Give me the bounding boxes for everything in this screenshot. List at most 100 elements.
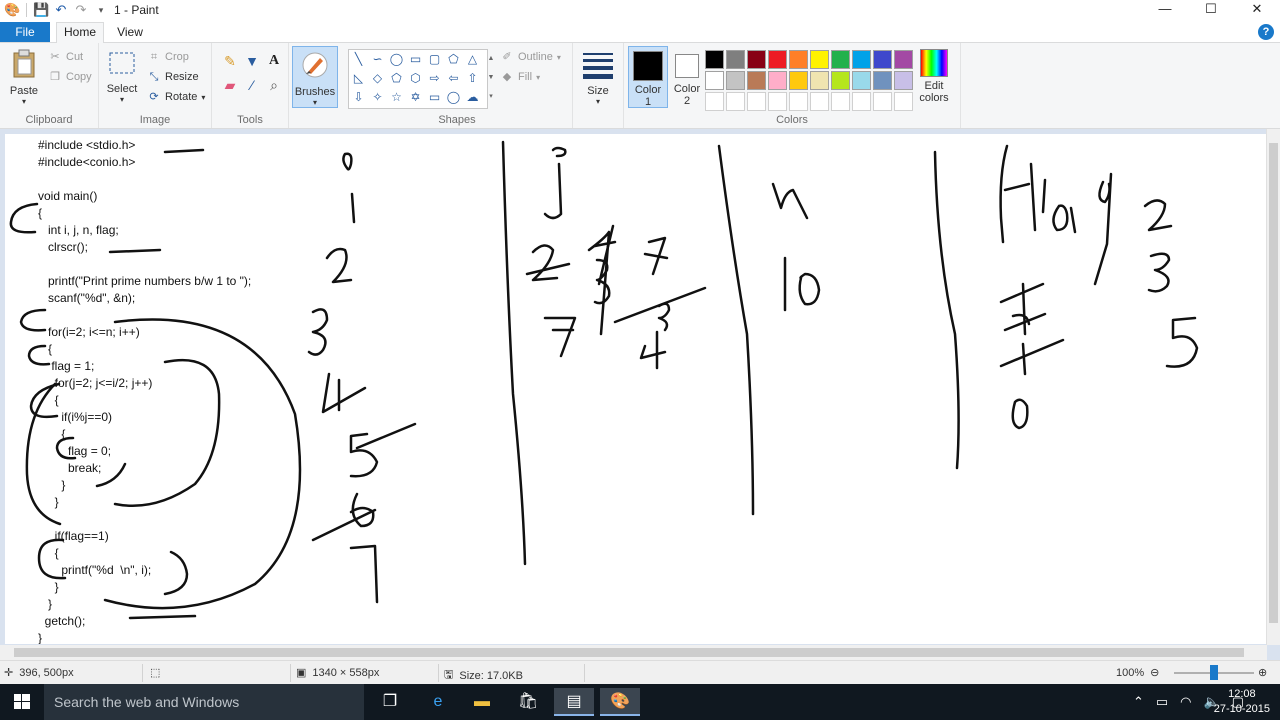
network-icon[interactable]: ◠	[1180, 694, 1191, 710]
edge-browser-icon[interactable]: e	[418, 688, 458, 716]
palette-color-swatch[interactable]	[705, 71, 724, 90]
shapes-gallery[interactable]: ╲ ∽ ◯ ▭ ▢ ⬠ △ ◺ ◇ ⬠ ⬡ ⇨ ⇦ ⇧ ⇩ ✧ ☆ ✡ ▭ ◯ …	[348, 49, 488, 109]
close-button[interactable]: ✕	[1234, 0, 1280, 20]
diamond-shape-icon[interactable]: ◇	[368, 69, 387, 88]
palette-color-swatch[interactable]	[873, 92, 892, 111]
fill-button[interactable]: ◆ Fill ▾	[500, 68, 540, 86]
palette-color-swatch[interactable]	[831, 92, 850, 111]
vertical-scroll-thumb[interactable]	[1269, 143, 1278, 623]
customize-toolbar-icon[interactable]: ▾	[93, 2, 109, 18]
fill-bucket-icon[interactable]: ▼	[242, 51, 262, 71]
palette-color-swatch[interactable]	[852, 50, 871, 69]
size-dropdown-icon[interactable]: ▾	[581, 97, 615, 106]
outline-button[interactable]: ✐ Outline ▾	[500, 48, 560, 66]
palette-color-swatch[interactable]	[726, 71, 745, 90]
callout-cloud-shape-icon[interactable]: ☁	[463, 88, 482, 107]
show-hidden-icons-icon[interactable]: ⌃	[1133, 694, 1144, 710]
pencil-icon[interactable]: ✎	[220, 51, 240, 71]
color-picker-icon[interactable]: ⁄	[242, 75, 262, 95]
color1-button[interactable]: Color 1	[628, 46, 668, 108]
polygon-shape-icon[interactable]: ⬠	[444, 50, 463, 69]
palette-color-swatch[interactable]	[768, 71, 787, 90]
horizontal-scrollbar[interactable]	[0, 645, 1267, 660]
select-button[interactable]: Select ▾	[105, 51, 139, 104]
callout-rectangle-shape-icon[interactable]: ▭	[425, 88, 444, 107]
copy-button[interactable]: ❐ Copy	[48, 68, 92, 86]
palette-color-swatch[interactable]	[831, 50, 850, 69]
task-view-icon[interactable]: ❐	[370, 688, 410, 716]
battery-icon[interactable]: ▭	[1156, 694, 1168, 710]
hexagon-shape-icon[interactable]: ⬡	[406, 69, 425, 88]
store-icon[interactable]: 🛍	[508, 688, 548, 716]
palette-color-swatch[interactable]	[810, 50, 829, 69]
palette-color-swatch[interactable]	[747, 92, 766, 111]
tab-file[interactable]: File	[0, 22, 50, 42]
up-arrow-shape-icon[interactable]: ⇧	[463, 69, 482, 88]
triangle-shape-icon[interactable]: △	[463, 50, 482, 69]
rotate-button[interactable]: ⟳ Rotate ▾	[147, 88, 205, 106]
palette-color-swatch[interactable]	[705, 92, 724, 111]
right-triangle-shape-icon[interactable]: ◺	[349, 69, 368, 88]
palette-color-swatch[interactable]	[852, 92, 871, 111]
text-tool-icon[interactable]: A	[264, 51, 284, 71]
drawing-canvas[interactable]: #include <stdio.h> #include<conio.h> void…	[5, 134, 1267, 644]
palette-color-swatch[interactable]	[810, 92, 829, 111]
four-point-star-shape-icon[interactable]: ✧	[368, 88, 387, 107]
palette-color-swatch[interactable]	[747, 71, 766, 90]
paint-app-icon[interactable]: 🎨	[4, 2, 20, 18]
edit-colors-button[interactable]: Edit colors	[916, 49, 952, 104]
zoom-in-icon[interactable]: ⊕	[1258, 666, 1267, 679]
clock[interactable]: 12:08 27-10-2015	[1214, 687, 1270, 717]
line-shape-icon[interactable]: ╲	[349, 50, 368, 69]
magnifier-icon[interactable]: ⌕	[264, 75, 284, 95]
undo-icon[interactable]: ↶	[53, 2, 69, 18]
cut-button[interactable]: ✂ Cut	[48, 48, 83, 66]
redo-icon[interactable]: ↷	[73, 2, 89, 18]
rotate-dropdown-icon[interactable]: ▾	[201, 93, 205, 102]
paint-taskbar-icon[interactable]: 🎨	[600, 688, 640, 716]
crop-button[interactable]: ⌗ Crop	[147, 48, 189, 66]
zoom-slider-thumb[interactable]	[1210, 665, 1218, 680]
down-arrow-shape-icon[interactable]: ⇩	[349, 88, 368, 107]
brushes-button[interactable]: Brushes ▾	[292, 46, 338, 108]
resize-button[interactable]: ⤡ Resize	[147, 68, 199, 86]
palette-color-swatch[interactable]	[747, 50, 766, 69]
palette-color-swatch[interactable]	[789, 71, 808, 90]
rounded-rectangle-shape-icon[interactable]: ▢	[425, 50, 444, 69]
paste-dropdown-icon[interactable]: ▾	[6, 97, 42, 106]
palette-color-swatch[interactable]	[852, 71, 871, 90]
right-arrow-shape-icon[interactable]: ⇨	[425, 69, 444, 88]
palette-color-swatch[interactable]	[873, 50, 892, 69]
palette-color-swatch[interactable]	[789, 50, 808, 69]
palette-color-swatch[interactable]	[831, 71, 850, 90]
eraser-icon[interactable]: ▰	[220, 75, 240, 95]
palette-color-swatch[interactable]	[894, 92, 913, 111]
palette-color-swatch[interactable]	[768, 92, 787, 111]
taskbar-app-icon[interactable]: ▤	[554, 688, 594, 716]
file-explorer-icon[interactable]: ▬	[462, 688, 502, 716]
oval-shape-icon[interactable]: ◯	[387, 50, 406, 69]
help-icon[interactable]: ?	[1258, 24, 1274, 40]
pentagon-shape-icon[interactable]: ⬠	[387, 69, 406, 88]
palette-color-swatch[interactable]	[768, 50, 787, 69]
six-point-star-shape-icon[interactable]: ✡	[406, 88, 425, 107]
palette-color-swatch[interactable]	[705, 50, 724, 69]
five-point-star-shape-icon[interactable]: ☆	[387, 88, 406, 107]
curve-shape-icon[interactable]: ∽	[368, 50, 387, 69]
brushes-dropdown-icon[interactable]: ▾	[293, 98, 337, 107]
palette-color-swatch[interactable]	[726, 92, 745, 111]
start-button[interactable]	[0, 684, 44, 720]
left-arrow-shape-icon[interactable]: ⇦	[444, 69, 463, 88]
palette-color-swatch[interactable]	[894, 71, 913, 90]
palette-color-swatch[interactable]	[789, 92, 808, 111]
callout-oval-shape-icon[interactable]: ◯	[444, 88, 463, 107]
palette-color-swatch[interactable]	[873, 71, 892, 90]
shapes-scroll[interactable]: ▲ ▼ ▾	[487, 49, 495, 107]
zoom-out-icon[interactable]: ⊖	[1150, 666, 1159, 679]
save-icon[interactable]: 💾	[33, 2, 49, 18]
vertical-scrollbar[interactable]	[1266, 129, 1280, 645]
search-box[interactable]: Search the web and Windows	[44, 684, 364, 720]
size-button[interactable]: Size ▾	[581, 51, 615, 106]
paste-button[interactable]: Paste ▾	[6, 49, 42, 106]
palette-color-swatch[interactable]	[810, 71, 829, 90]
